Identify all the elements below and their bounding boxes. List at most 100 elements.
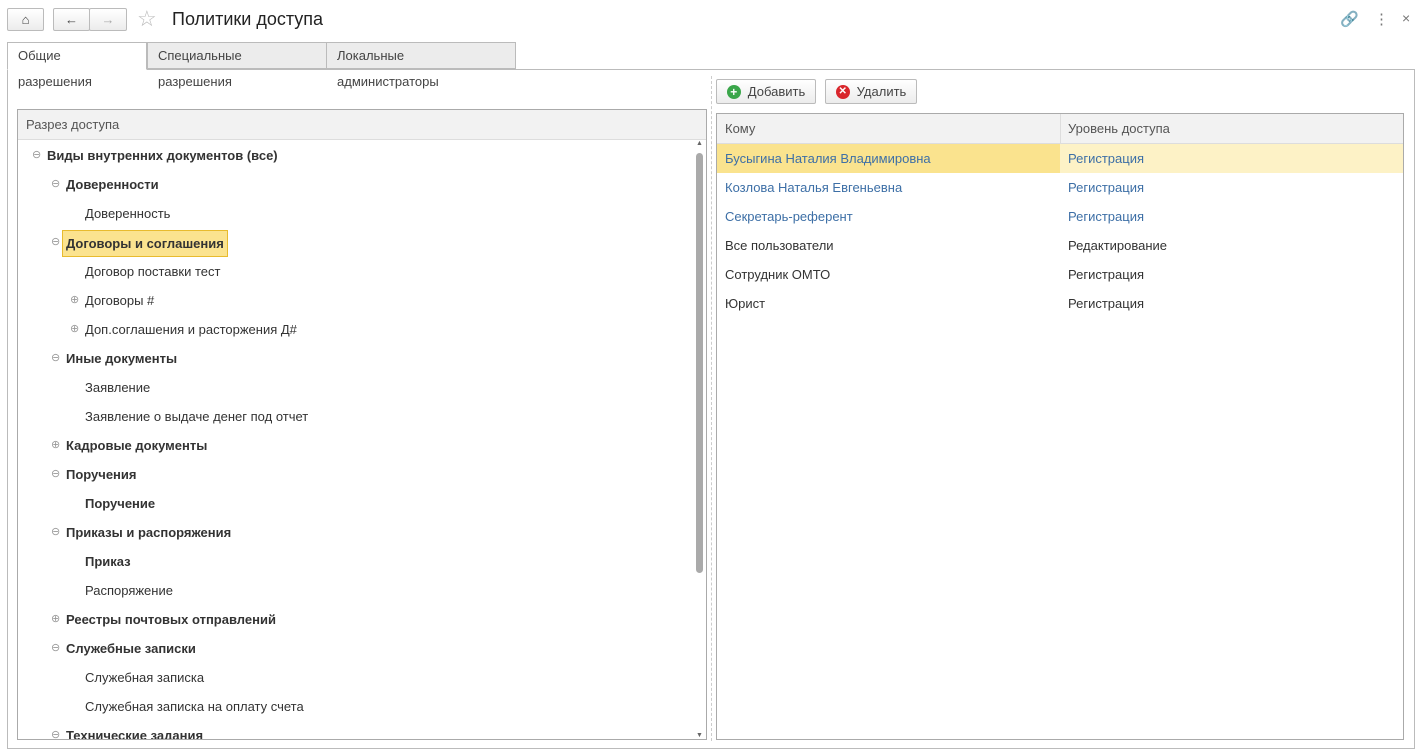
collapse-icon[interactable]: ⊖	[32, 141, 41, 170]
tree-node[interactable]: Служебная записка на оплату счета	[18, 692, 694, 721]
tree-node-label: Реестры почтовых отправлений	[66, 612, 276, 627]
add-label: Добавить	[747, 84, 806, 99]
access-level-cell: Регистрация	[1068, 296, 1144, 311]
tree-node-label: Виды внутренних документов (все)	[47, 148, 278, 163]
scrollbar[interactable]: ▲ ▼	[695, 140, 704, 739]
link-icon[interactable]: 🔗	[1340, 10, 1359, 28]
tree-node-label: Договоры #	[85, 293, 155, 308]
tree-node-label: Служебные записки	[66, 641, 196, 656]
tree-node-label: Договор поставки тест	[85, 264, 221, 279]
tree-node[interactable]: Распоряжение	[18, 576, 694, 605]
home-button[interactable]: ⌂	[7, 8, 44, 31]
tree-node-label: Приказ	[85, 554, 131, 569]
tree-node[interactable]: Служебная записка	[18, 663, 694, 692]
access-tree: Разрез доступа ⊖ Виды внутренних документ…	[17, 109, 707, 740]
tree-node-label: Технические задания	[66, 728, 204, 740]
tree-node[interactable]: ⊖ Иные документы	[18, 344, 694, 373]
access-level-cell: Регистрация	[1068, 151, 1144, 166]
table-row[interactable]: Сотрудник ОМТО Регистрация	[717, 260, 1403, 289]
tree-node-label: Поручение	[85, 496, 156, 511]
add-button[interactable]: + Добавить	[716, 79, 816, 104]
tree-node[interactable]: Заявление о выдаче денег под отчет	[18, 402, 694, 431]
recipient-cell: Все пользователи	[725, 238, 834, 253]
tree-node-label: Доп.соглашения и расторжения Д#	[85, 322, 297, 337]
tree-node[interactable]: ⊖ Доверенности	[18, 170, 694, 199]
tree-node[interactable]: ⊕ Доп.соглашения и расторжения Д#	[18, 315, 694, 344]
forward-button[interactable]: →	[89, 8, 127, 31]
favorite-star-icon[interactable]: ☆	[137, 6, 157, 32]
scrollbar-thumb[interactable]	[696, 153, 703, 573]
tree-header: Разрез доступа	[18, 110, 706, 140]
tree-node-label: Распоряжение	[85, 583, 173, 598]
arrow-right-icon: →	[101, 12, 115, 27]
tree-node-label: Доверенности	[66, 177, 159, 192]
column-who[interactable]: Кому	[725, 114, 755, 144]
tree-node[interactable]: Заявление	[18, 373, 694, 402]
tree-node[interactable]: ⊖ Поручения	[18, 460, 694, 489]
collapse-icon[interactable]: ⊖	[51, 228, 60, 257]
expand-icon[interactable]: ⊕	[70, 315, 79, 344]
expand-icon[interactable]: ⊕	[70, 286, 79, 315]
tree-node[interactable]: ⊕ Договоры #	[18, 286, 694, 315]
back-button[interactable]: ←	[53, 8, 90, 31]
table-row[interactable]: Секретарь-референт Регистрация	[717, 202, 1403, 231]
collapse-icon[interactable]: ⊖	[51, 634, 60, 663]
arrow-left-icon: ←	[65, 12, 78, 27]
table-row[interactable]: Бусыгина Наталия Владимировна Регистрация	[717, 144, 1403, 173]
collapse-icon[interactable]: ⊖	[51, 344, 60, 373]
recipient-cell: Секретарь-референт	[725, 209, 853, 224]
plus-circle-icon: +	[726, 84, 741, 99]
collapse-icon[interactable]: ⊖	[51, 460, 60, 489]
tree-node-label: Приказы и распоряжения	[66, 525, 232, 540]
column-access-level[interactable]: Уровень доступа	[1068, 114, 1170, 144]
collapse-icon[interactable]: ⊖	[51, 170, 60, 199]
tree-node-label: Заявление о выдаче денег под отчет	[85, 409, 309, 424]
tree-node[interactable]: ⊖ Служебные записки	[18, 634, 694, 663]
home-icon: ⌂	[21, 12, 30, 27]
access-level-cell: Регистрация	[1068, 180, 1144, 195]
more-icon[interactable]: ⋮	[1374, 10, 1389, 28]
tree-node-label: Заявление	[85, 380, 151, 395]
tree-node[interactable]: ⊖ Приказы и распоряжения	[18, 518, 694, 547]
delete-circle-icon: ✕	[835, 84, 850, 99]
page-title: Политики доступа	[172, 9, 324, 29]
tree-node-label: Иные документы	[66, 351, 178, 366]
tree-node[interactable]: Договор поставки тест	[18, 257, 694, 286]
delete-label: Удалить	[856, 84, 907, 99]
table-row[interactable]: Юрист Регистрация	[717, 289, 1403, 318]
close-icon[interactable]: ×	[1402, 10, 1410, 26]
tab-local-admins[interactable]: Локальные администраторы	[326, 42, 516, 89]
access-level-cell: Регистрация	[1068, 267, 1144, 282]
collapse-icon[interactable]: ⊖	[51, 518, 60, 547]
tree-node-label: Служебная записка	[85, 670, 205, 685]
tree-node-label: Служебная записка на оплату счета	[85, 699, 304, 714]
tree-node[interactable]: Приказ	[18, 547, 694, 576]
tree-node-label: Поручения	[66, 467, 137, 482]
tab-special[interactable]: Специальные разрешения	[147, 42, 327, 89]
tree-node-label: Договоры и соглашения	[62, 230, 228, 257]
recipient-cell: Бусыгина Наталия Владимировна	[725, 151, 931, 166]
table-row[interactable]: Козлова Наталья Евгеньевна Регистрация	[717, 173, 1403, 202]
recipient-cell: Козлова Наталья Евгеньевна	[725, 180, 903, 195]
tree-node[interactable]: ⊕ Кадровые документы	[18, 431, 694, 460]
tree-node-label: Доверенность	[85, 206, 171, 221]
expand-icon[interactable]: ⊕	[51, 431, 60, 460]
delete-button[interactable]: ✕ Удалить	[825, 79, 917, 104]
tree-node[interactable]: ⊖ Технические задания	[18, 721, 694, 740]
tree-node[interactable]: Доверенность	[18, 199, 694, 228]
tree-node[interactable]: ⊖ Виды внутренних документов (все)	[18, 141, 694, 170]
collapse-icon[interactable]: ⊖	[51, 721, 60, 739]
tab-general[interactable]: Общие разрешения	[7, 42, 147, 89]
table-header: Кому Уровень доступа	[717, 114, 1403, 144]
tree-node[interactable]: Поручение	[18, 489, 694, 518]
table-row[interactable]: Все пользователи Редактирование	[717, 231, 1403, 260]
recipient-cell: Сотрудник ОМТО	[725, 267, 831, 282]
access-level-cell: Регистрация	[1068, 209, 1144, 224]
access-level-cell: Редактирование	[1068, 238, 1168, 253]
expand-icon[interactable]: ⊕	[51, 605, 60, 634]
permissions-table: Кому Уровень доступа Бусыгина Наталия Вл…	[716, 113, 1404, 740]
tree-node-label: Кадровые документы	[66, 438, 208, 453]
tree-node[interactable]: ⊖ Договоры и соглашения	[18, 228, 694, 257]
recipient-cell: Юрист	[725, 296, 766, 311]
tree-node[interactable]: ⊕ Реестры почтовых отправлений	[18, 605, 694, 634]
